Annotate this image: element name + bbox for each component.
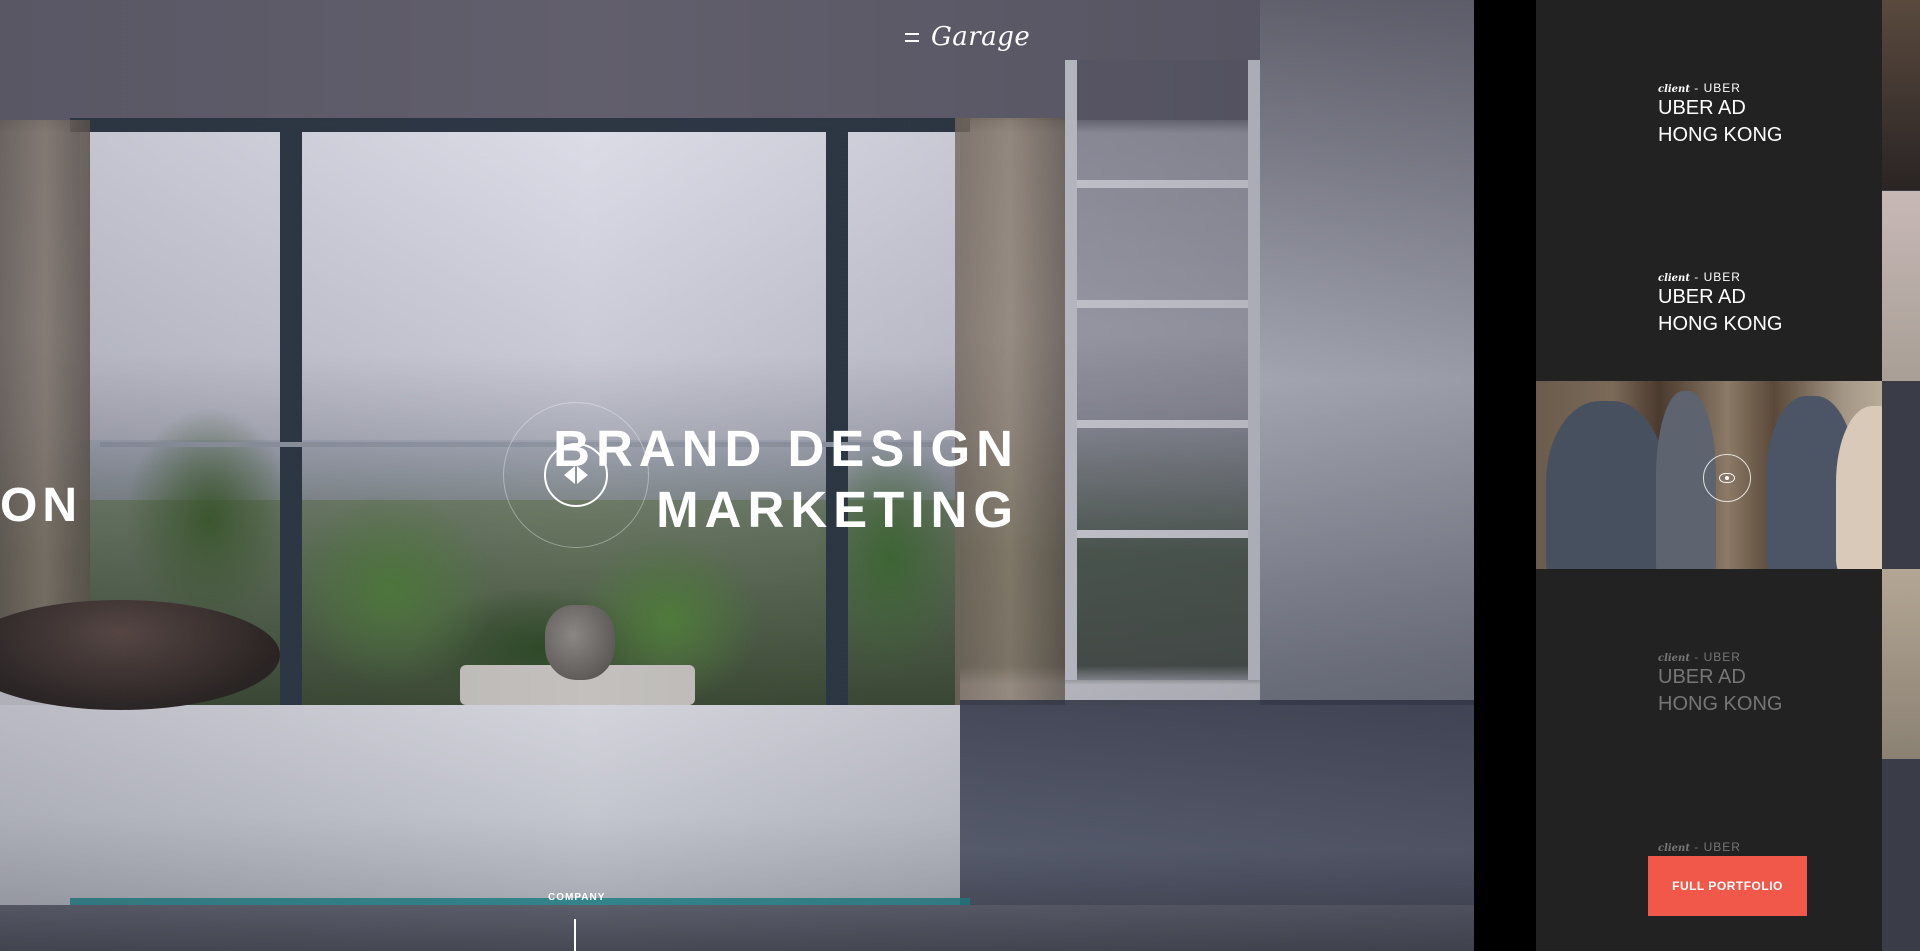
portfolio-card-4[interactable]: client - UBER bbox=[1536, 760, 1882, 950]
card-client: client - UBER bbox=[1658, 650, 1741, 664]
portfolio-card-3[interactable]: client - UBER UBER AD HONG KONG bbox=[1536, 570, 1882, 760]
card-title: UBER AD HONG KONG bbox=[1658, 666, 1783, 715]
image-figure bbox=[1546, 401, 1666, 569]
portfolio-card-2[interactable]: client - UBER UBER AD HONG KONG bbox=[1536, 190, 1882, 380]
next-column-preview bbox=[1882, 0, 1920, 951]
card-client: client - UBER bbox=[1658, 81, 1741, 95]
top-nav: Garage bbox=[905, 22, 1030, 52]
preview-tile bbox=[1882, 569, 1920, 759]
view-project-button[interactable] bbox=[1703, 454, 1751, 502]
arrow-left-icon bbox=[564, 466, 575, 484]
full-portfolio-button[interactable]: FULL PORTFOLIO bbox=[1648, 856, 1807, 916]
scroll-indicator-line bbox=[574, 919, 576, 951]
preview-tile bbox=[1882, 191, 1920, 381]
section-label-company[interactable]: COMPANY bbox=[548, 892, 605, 903]
arrow-right-icon bbox=[577, 466, 588, 484]
panel-divider bbox=[1474, 0, 1536, 951]
hero-slider: ON BRAND DESIGN MARKETING COMPANY bbox=[0, 0, 1474, 951]
site-logo[interactable]: Garage bbox=[931, 22, 1030, 52]
card-client: client - UBER bbox=[1658, 270, 1741, 284]
card-title: UBER AD HONG KONG bbox=[1658, 97, 1783, 146]
portfolio-card-1[interactable]: client - UBER UBER AD HONG KONG bbox=[1536, 0, 1882, 190]
eye-icon bbox=[1719, 473, 1735, 483]
hamburger-icon[interactable] bbox=[905, 32, 919, 42]
card-client: client - UBER bbox=[1658, 840, 1741, 854]
portfolio-card-image[interactable] bbox=[1536, 381, 1920, 569]
slide-arrows-icon[interactable] bbox=[544, 443, 608, 507]
preview-tile bbox=[1882, 0, 1920, 190]
headline-previous-slide: ON bbox=[0, 479, 82, 532]
card-title: UBER AD HONG KONG bbox=[1658, 286, 1783, 335]
